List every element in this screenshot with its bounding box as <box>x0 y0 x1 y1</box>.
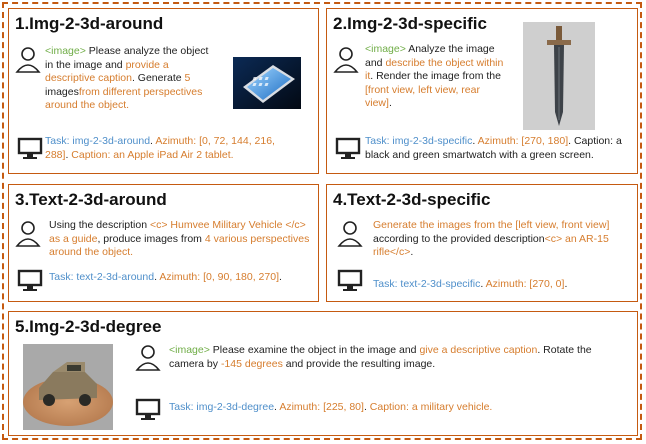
monitor-icon <box>337 269 363 291</box>
panel-text-2-3d-around: 3.Text-2-3d-around Using the description… <box>8 184 319 302</box>
text-segment: Task: text-2-3d-around <box>49 271 155 283</box>
prompt-text: <image> Please analyze the object in the… <box>45 45 215 113</box>
panel-img-2-3d-around: 1.Img-2-3d-around <image> Please analyze… <box>8 8 319 174</box>
text-segment: <image> <box>365 43 406 55</box>
text-segment: 5 <box>184 72 191 84</box>
panel-title: 3.Text-2-3d-around <box>15 190 167 209</box>
text-segment: Azimuth: [225, 80] <box>279 401 364 413</box>
panel-title: 1.Img-2-3d-around <box>15 14 164 33</box>
user-icon <box>15 221 41 247</box>
panel-img-2-3d-specific: 2.Img-2-3d-specific <image> Analyze the … <box>326 8 638 174</box>
text-segment: Generate the images from the [left view,… <box>373 219 610 231</box>
text-segment: Task: img-2-3d-specific <box>365 135 473 147</box>
text-segment: according to the provided description <box>373 232 545 245</box>
sword-image <box>523 22 595 130</box>
monitor-icon <box>17 269 43 291</box>
monitor-icon <box>335 137 361 159</box>
ipad-image <box>233 57 301 109</box>
monitor-icon <box>17 137 43 159</box>
text-segment: -145 degrees <box>220 357 283 370</box>
panel-img-2-3d-degree: 5.Img-2-3d-degree <image> Please examine… <box>8 311 638 436</box>
text-segment: as a guide <box>49 232 98 245</box>
text-segment: Task: img-2-3d-around <box>45 135 151 147</box>
text-segment: <image> <box>169 344 210 356</box>
user-icon <box>337 221 363 247</box>
prompt-text: <image> Please examine the object in the… <box>169 344 609 371</box>
panel-text-2-3d-specific: 4.Text-2-3d-specific Generate the images… <box>326 184 638 302</box>
task-text: Task: img-2-3d-specific. Azimuth: [270, … <box>365 135 633 162</box>
panel-title: 5.Img-2-3d-degree <box>15 317 162 336</box>
text-segment: . <box>410 246 414 258</box>
monitor-icon <box>135 398 161 420</box>
text-segment: Azimuth: [270, 180] <box>477 135 569 147</box>
text-segment: Azimuth: [270, 0] <box>485 278 565 290</box>
text-segment: [front view, left view, rear view] <box>365 83 480 110</box>
humvee-image <box>23 344 113 430</box>
text-segment: <c> Humvee Military Vehicle </c> <box>149 219 306 231</box>
text-segment: . <box>564 278 568 290</box>
text-segment: images <box>45 85 79 98</box>
prompt-text: Using the description <c> Humvee Militar… <box>49 219 311 260</box>
panel-title: 2.Img-2-3d-specific <box>333 14 487 33</box>
text-segment: Please examine the object in the image a… <box>209 344 420 356</box>
text-segment: Azimuth: [0, 90, 180, 270] <box>159 271 279 283</box>
task-text: Task: text-2-3d-specific. Azimuth: [270,… <box>373 278 633 292</box>
text-segment: . Generate <box>131 72 185 84</box>
text-segment: . <box>279 271 282 283</box>
task-text: Task: img-2-3d-degree. Azimuth: [225, 80… <box>169 401 609 415</box>
task-text: Task: img-2-3d-around. Azimuth: [0, 72, … <box>45 135 295 162</box>
text-segment: Using the description <box>49 219 150 231</box>
text-segment: , produce images from <box>97 232 205 245</box>
text-segment: give a descriptive caption <box>419 344 538 356</box>
user-icon <box>15 47 41 73</box>
text-segment: . <box>388 97 392 109</box>
text-segment: Caption: a military vehicle. <box>369 401 493 413</box>
text-segment: Caption: an Apple iPad Air 2 tablet. <box>71 148 234 161</box>
task-text: Task: text-2-3d-around. Azimuth: [0, 90,… <box>49 271 311 285</box>
text-segment: Task: text-2-3d-specific <box>373 278 481 290</box>
text-segment: Task: img-2-3d-degree <box>169 401 275 413</box>
prompt-text: Generate the images from the [left view,… <box>373 219 635 260</box>
text-segment: . Render the image from the <box>370 70 501 82</box>
user-icon <box>135 345 161 371</box>
text-segment: <image> <box>45 45 86 57</box>
user-icon <box>333 47 359 73</box>
panel-title: 4.Text-2-3d-specific <box>333 190 491 209</box>
text-segment: and provide the resulting image. <box>282 357 436 370</box>
prompt-text: <image> Analyze the image and describe t… <box>365 43 505 111</box>
